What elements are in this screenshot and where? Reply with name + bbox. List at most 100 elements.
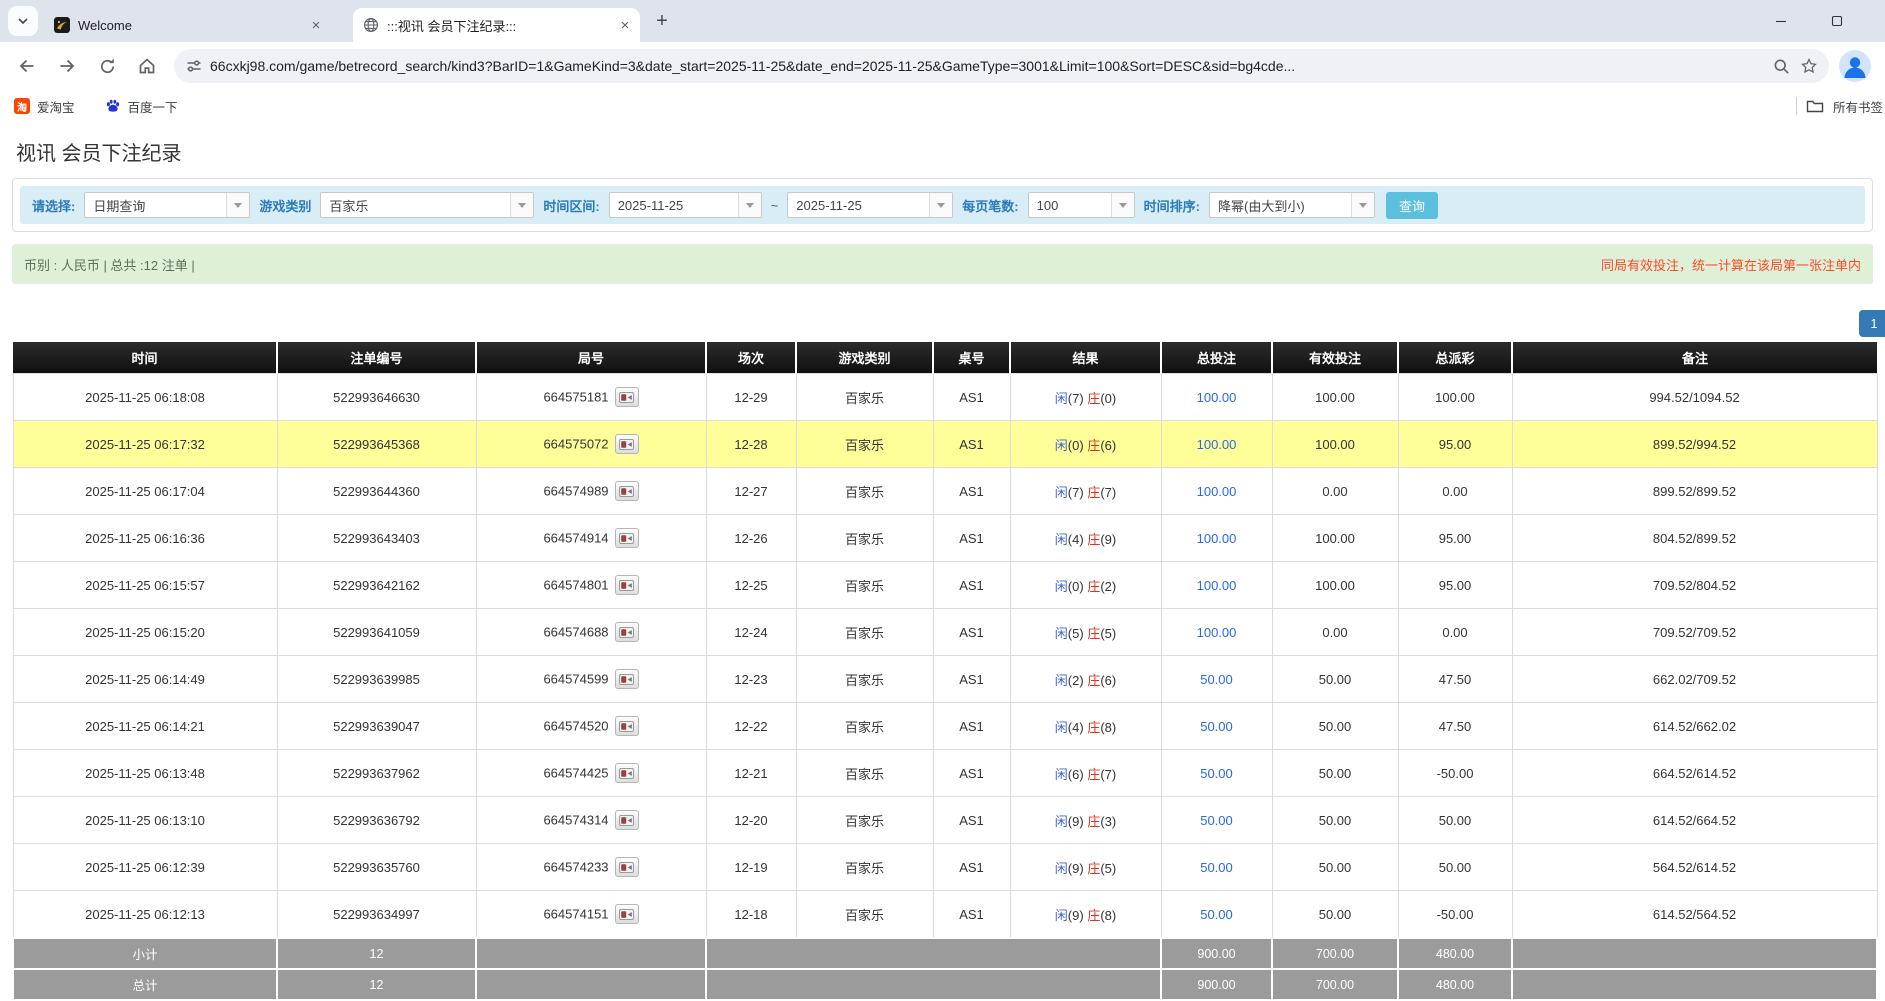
cell-time: 2025-11-25 06:16:36 — [13, 515, 277, 562]
table-row[interactable]: 2025-11-25 06:17:04522993644360664574989… — [13, 468, 1877, 515]
page-content: 视讯 会员下注纪录 请选择: 日期查询 游戏类别 百家乐 时间区间: 2025-… — [0, 137, 1885, 1001]
new-tab-button[interactable]: + — [648, 7, 676, 35]
total-bet-link[interactable]: 50.00 — [1200, 719, 1233, 734]
query-button[interactable]: 查询 — [1386, 192, 1438, 219]
cell-result: 闲(5) 庄(5) — [1010, 609, 1161, 656]
tab-betrecord[interactable]: :::视讯 会员下注纪录::: × — [353, 8, 640, 42]
video-replay-button[interactable] — [615, 387, 639, 407]
total-bet-link[interactable]: 100.00 — [1197, 437, 1237, 452]
table-row[interactable]: 2025-11-25 06:14:49522993639985664574599… — [13, 656, 1877, 703]
total-bet-link[interactable]: 100.00 — [1197, 625, 1237, 640]
cell-payout: 0.00 — [1398, 468, 1512, 515]
forward-button[interactable] — [50, 49, 84, 83]
video-replay-button[interactable] — [615, 528, 639, 548]
video-replay-button[interactable] — [615, 434, 639, 454]
tab-close-icon[interactable]: × — [307, 16, 325, 34]
home-button[interactable] — [130, 49, 164, 83]
table-row[interactable]: 2025-11-25 06:17:32522993645368664575072… — [13, 421, 1877, 468]
table-row[interactable]: 2025-11-25 06:12:39522993635760664574233… — [13, 844, 1877, 891]
profile-avatar[interactable] — [1839, 50, 1871, 82]
table-row[interactable]: 2025-11-25 06:15:57522993642162664574801… — [13, 562, 1877, 609]
cell-round: 664574425 — [476, 750, 706, 797]
chevron-down-icon[interactable] — [929, 193, 952, 217]
url-bar[interactable]: 66cxkj98.com/game/betrecord_search/kind3… — [174, 49, 1829, 83]
sort-select[interactable]: 降幂(由大到小) — [1209, 192, 1375, 218]
all-bookmarks[interactable]: 所有书签 — [1796, 97, 1885, 116]
subtotal-row: 小计12900.00700.00480.00 — [13, 938, 1877, 969]
cell-session: 12-25 — [706, 562, 796, 609]
video-replay-button[interactable] — [615, 810, 639, 830]
video-replay-button[interactable] — [615, 763, 639, 783]
total-bet-link[interactable]: 50.00 — [1200, 672, 1233, 687]
sort-label: 时间排序: — [1144, 196, 1200, 215]
page-1-button[interactable]: 1 — [1859, 310, 1885, 337]
maximize-icon — [1831, 15, 1843, 27]
bookmark-star-button[interactable] — [1795, 52, 1823, 80]
video-replay-button[interactable] — [615, 481, 639, 501]
bookmark-taobao[interactable]: 淘 爱淘宝 — [14, 97, 75, 116]
table-row[interactable]: 2025-11-25 06:18:08522993646630664575181… — [13, 374, 1877, 421]
cell-remark: 709.52/709.52 — [1512, 609, 1877, 656]
table-row[interactable]: 2025-11-25 06:12:13522993634997664574151… — [13, 891, 1877, 939]
table-row[interactable]: 2025-11-25 06:13:48522993637962664574425… — [13, 750, 1877, 797]
table-row[interactable]: 2025-11-25 06:13:10522993636792664574314… — [13, 797, 1877, 844]
back-button[interactable] — [10, 49, 44, 83]
table-row[interactable]: 2025-11-25 06:15:20522993641059664574688… — [13, 609, 1877, 656]
video-replay-button[interactable] — [615, 904, 639, 924]
date-end-select[interactable]: 2025-11-25 — [787, 192, 953, 218]
chevron-down-icon[interactable] — [226, 193, 249, 217]
table-row[interactable]: 2025-11-25 06:14:21522993639047664574520… — [13, 703, 1877, 750]
cell-valid-bet: 100.00 — [1272, 421, 1398, 468]
maximize-button[interactable] — [1817, 6, 1857, 36]
tab-close-icon[interactable]: × — [616, 16, 634, 34]
tab-title: Welcome — [78, 18, 299, 33]
bookmark-baidu[interactable]: 百度一下 — [105, 97, 178, 116]
chevron-down-icon — [17, 15, 29, 27]
total-bet-link[interactable]: 100.00 — [1197, 531, 1237, 546]
total-bet-link[interactable]: 100.00 — [1197, 484, 1237, 499]
film-icon — [619, 485, 634, 498]
video-replay-button[interactable] — [615, 669, 639, 689]
tab-search-button[interactable] — [8, 6, 38, 36]
total-bet-link[interactable]: 100.00 — [1197, 578, 1237, 593]
footer-total-payout: 480.00 — [1398, 969, 1512, 1000]
video-replay-button[interactable] — [615, 622, 639, 642]
cell-bet-id: 522993639985 — [277, 656, 476, 703]
cell-session: 12-18 — [706, 891, 796, 939]
table-row[interactable]: 2025-11-25 06:16:36522993643403664574914… — [13, 515, 1877, 562]
video-replay-button[interactable] — [615, 716, 639, 736]
cell-bet-id: 522993636792 — [277, 797, 476, 844]
site-settings-icon[interactable] — [186, 58, 202, 74]
chevron-down-icon[interactable] — [1351, 193, 1374, 217]
cell-bet-id: 522993645368 — [277, 421, 476, 468]
zoom-button[interactable] — [1767, 52, 1795, 80]
round-number: 664574151 — [543, 907, 608, 922]
date-start-select[interactable]: 2025-11-25 — [609, 192, 762, 218]
refresh-button[interactable] — [90, 49, 124, 83]
chevron-down-icon[interactable] — [1111, 193, 1134, 217]
cell-game-type: 百家乐 — [796, 515, 933, 562]
video-replay-button[interactable] — [615, 575, 639, 595]
chevron-down-icon[interactable] — [738, 193, 761, 217]
video-replay-button[interactable] — [615, 857, 639, 877]
player-result: 闲(0) — [1055, 438, 1084, 453]
chevron-down-icon[interactable] — [510, 193, 533, 217]
page-size-select[interactable]: 100 — [1028, 192, 1135, 218]
query-mode-select[interactable]: 日期查询 — [84, 192, 250, 218]
all-bookmarks-label: 所有书签 — [1833, 97, 1885, 116]
tab-welcome[interactable]: Welcome × — [44, 8, 331, 42]
total-bet-link[interactable]: 100.00 — [1197, 390, 1237, 405]
bookmark-label: 爱淘宝 — [37, 97, 75, 116]
table-header-row: 时间注单编号局号场次游戏类别桌号结果总投注有效投注总派彩备注 — [13, 342, 1877, 374]
minimize-button[interactable] — [1761, 6, 1801, 36]
total-bet-link[interactable]: 50.00 — [1200, 766, 1233, 781]
film-icon — [619, 626, 634, 639]
total-bet-link[interactable]: 50.00 — [1200, 860, 1233, 875]
cell-round: 664574914 — [476, 515, 706, 562]
column-header: 时间 — [13, 342, 277, 374]
total-bet-link[interactable]: 50.00 — [1200, 907, 1233, 922]
game-type-select[interactable]: 百家乐 — [320, 192, 534, 218]
bet-record-table: 时间注单编号局号场次游戏类别桌号结果总投注有效投注总派彩备注 2025-11-2… — [12, 342, 1878, 1001]
cell-session: 12-22 — [706, 703, 796, 750]
total-bet-link[interactable]: 50.00 — [1200, 813, 1233, 828]
